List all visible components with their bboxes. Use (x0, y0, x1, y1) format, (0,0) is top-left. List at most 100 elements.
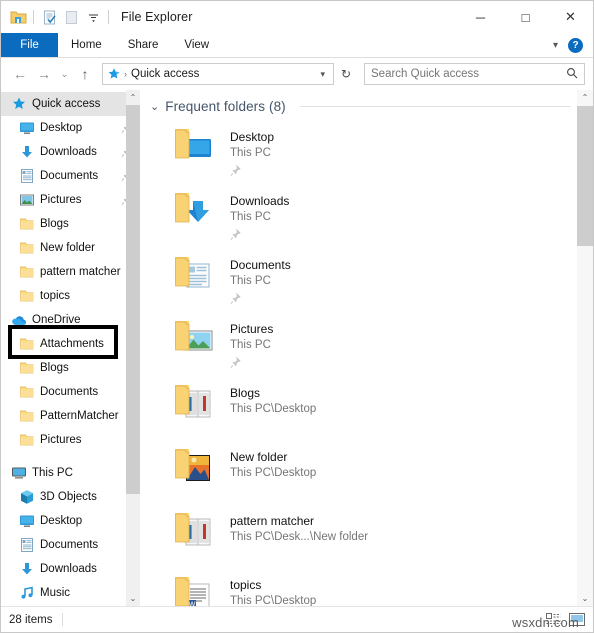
properties-icon[interactable] (38, 6, 60, 28)
search-input[interactable]: Search Quick access (371, 68, 566, 80)
sidebar-item-music[interactable]: Music (1, 581, 140, 605)
folder-tile[interactable]: Wtopics This PC\Desktop (140, 568, 593, 606)
qat-divider-2 (108, 10, 109, 24)
sidebar-item-downloads[interactable]: Downloads (1, 140, 140, 164)
header-rule (299, 106, 571, 107)
sidebar-item-attachments[interactable]: Attachments (1, 332, 140, 356)
content-scrollbar[interactable]: ⌃ ⌄ (577, 90, 593, 606)
folder-tile[interactable]: New folder This PC\Desktop (140, 440, 593, 504)
sidebar-item-pattern-matcher[interactable]: pattern matcher (1, 260, 140, 284)
sidebar-item-label: Downloads (40, 146, 97, 158)
sidebar-item-quick-access[interactable]: Quick access (1, 92, 140, 116)
folder-icon (19, 336, 35, 352)
sidebar-item-documents[interactable]: Documents (1, 533, 140, 557)
search-icon[interactable] (566, 67, 578, 82)
search-box[interactable]: Search Quick access (364, 63, 585, 85)
forward-button[interactable]: → (33, 62, 55, 86)
sidebar-item-documents[interactable]: Documents (1, 164, 140, 188)
status-divider (62, 613, 64, 626)
frequent-folders-header[interactable]: ⌄ Frequent folders (8) (140, 90, 593, 114)
sidebar-item-desktop[interactable]: Desktop (1, 509, 140, 533)
sidebar-item-label: Attachments (40, 338, 104, 350)
folder-tile-name: Downloads (230, 194, 290, 208)
scroll-down-icon[interactable]: ⌄ (577, 591, 593, 606)
help-icon[interactable]: ? (568, 37, 583, 53)
sidebar-item-this-pc[interactable]: This PC (1, 461, 140, 485)
minimize-button[interactable]: ─ (458, 1, 503, 33)
tab-file[interactable]: File (1, 33, 58, 57)
tab-share[interactable]: Share (115, 33, 172, 57)
folder-tile[interactable]: Downloads This PC (140, 184, 593, 248)
music-icon (19, 585, 35, 601)
sidebar-item-topics[interactable]: topics (1, 284, 140, 308)
content-pane: ⌄ Frequent folders (8) Desktop This PC Dow… (140, 90, 593, 606)
folder-tile[interactable]: Documents This PC (140, 248, 593, 312)
chevron-down-icon[interactable]: ▾ (314, 69, 331, 80)
breadcrumb-separator: › (124, 69, 127, 79)
sidebar-item-documents[interactable]: Documents (1, 380, 140, 404)
tab-view[interactable]: View (171, 33, 222, 57)
sidebar-item-label: 3D Objects (40, 491, 97, 503)
folder-tile-path: This PC\Desk...\New folder (230, 530, 369, 543)
documents-icon (19, 168, 35, 184)
folder-tile[interactable]: Pictures This PC (140, 312, 593, 376)
maximize-button[interactable]: □ (503, 1, 548, 33)
navigation-list: Quick access Desktop Downloads Documents Pic… (1, 90, 140, 605)
folder-icon (19, 360, 35, 376)
folder-tile-text: Blogs This PC\Desktop (230, 380, 316, 416)
new-folder-icon[interactable] (60, 6, 82, 28)
folder-tile[interactable]: Blogs This PC\Desktop (140, 376, 593, 440)
folder-downloads-icon (174, 188, 222, 236)
sidebar-item-blogs[interactable]: Blogs (1, 212, 140, 236)
status-bar: 28 items (1, 606, 593, 632)
scroll-down-icon[interactable]: ⌄ (126, 591, 140, 606)
folder-docs-icon: W (174, 572, 222, 606)
folder-tile-name: Documents (230, 258, 291, 272)
chevron-down-icon[interactable]: ⌄ (150, 100, 159, 113)
pin-icon (230, 290, 291, 310)
qat-divider-1 (33, 10, 34, 24)
navigation-pane: Quick access Desktop Downloads Documents Pic… (1, 90, 140, 606)
chevron-down-icon[interactable]: ▾ (545, 40, 566, 51)
explorer-icon[interactable] (7, 6, 29, 28)
close-button[interactable]: ✕ (548, 1, 593, 33)
refresh-button[interactable]: ↻ (336, 67, 356, 81)
sidebar-item-desktop[interactable]: Desktop (1, 116, 140, 140)
sidebar-item-3d-objects[interactable]: 3D Objects (1, 485, 140, 509)
quick-access-star-icon (11, 96, 27, 112)
back-button[interactable]: ← (9, 62, 31, 86)
sidebar-item-label: Music (40, 587, 71, 599)
breadcrumb-bar[interactable]: › Quick access ▾ (102, 63, 334, 85)
content-scroll-thumb[interactable] (577, 106, 593, 246)
folder-tile-path: This PC (230, 146, 271, 159)
pin-icon (230, 226, 289, 246)
folder-tile-text: Documents This PC (230, 252, 291, 309)
tab-home[interactable]: Home (58, 33, 115, 57)
navigation-scrollbar[interactable]: ⌃ ⌄ (126, 90, 140, 606)
sidebar-item-patternmatcher[interactable]: PatternMatcher (1, 404, 140, 428)
scroll-up-icon[interactable]: ⌃ (126, 90, 140, 105)
sidebar-item-downloads[interactable]: Downloads (1, 557, 140, 581)
folder-tile-path: This PC\Desktop (230, 594, 317, 606)
folder-tile-text: Downloads This PC (230, 188, 289, 245)
sidebar-item-new-folder[interactable]: New folder (1, 236, 140, 260)
folder-tile[interactable]: pattern matcher This PC\Desk...\New folde… (140, 504, 593, 568)
sidebar-item-onedrive[interactable]: OneDrive (1, 308, 140, 332)
folder-tile-text: Pictures This PC (230, 316, 273, 373)
folder-images-icon (174, 444, 222, 492)
folder-tile-name: Pictures (230, 322, 274, 336)
navigation-scroll-thumb[interactable] (126, 105, 140, 494)
ribbon-tabs: File Home Share View ▾ ? (1, 33, 593, 58)
breadcrumb-quick-access[interactable]: Quick access (131, 68, 314, 80)
customize-qat-icon[interactable] (82, 6, 104, 28)
folder-tile[interactable]: Desktop This PC (140, 120, 593, 184)
recent-locations-button[interactable]: ⌄ (57, 62, 72, 86)
folder-tile-name: New folder (230, 450, 288, 464)
sidebar-item-pictures[interactable]: Pictures (1, 188, 140, 212)
sidebar-item-pictures[interactable]: Pictures (1, 428, 140, 452)
onedrive-cloud-icon (11, 312, 27, 328)
folder-icon (19, 384, 35, 400)
sidebar-item-blogs[interactable]: Blogs (1, 356, 140, 380)
up-button[interactable]: ↑ (74, 62, 96, 86)
scroll-up-icon[interactable]: ⌃ (577, 90, 593, 105)
